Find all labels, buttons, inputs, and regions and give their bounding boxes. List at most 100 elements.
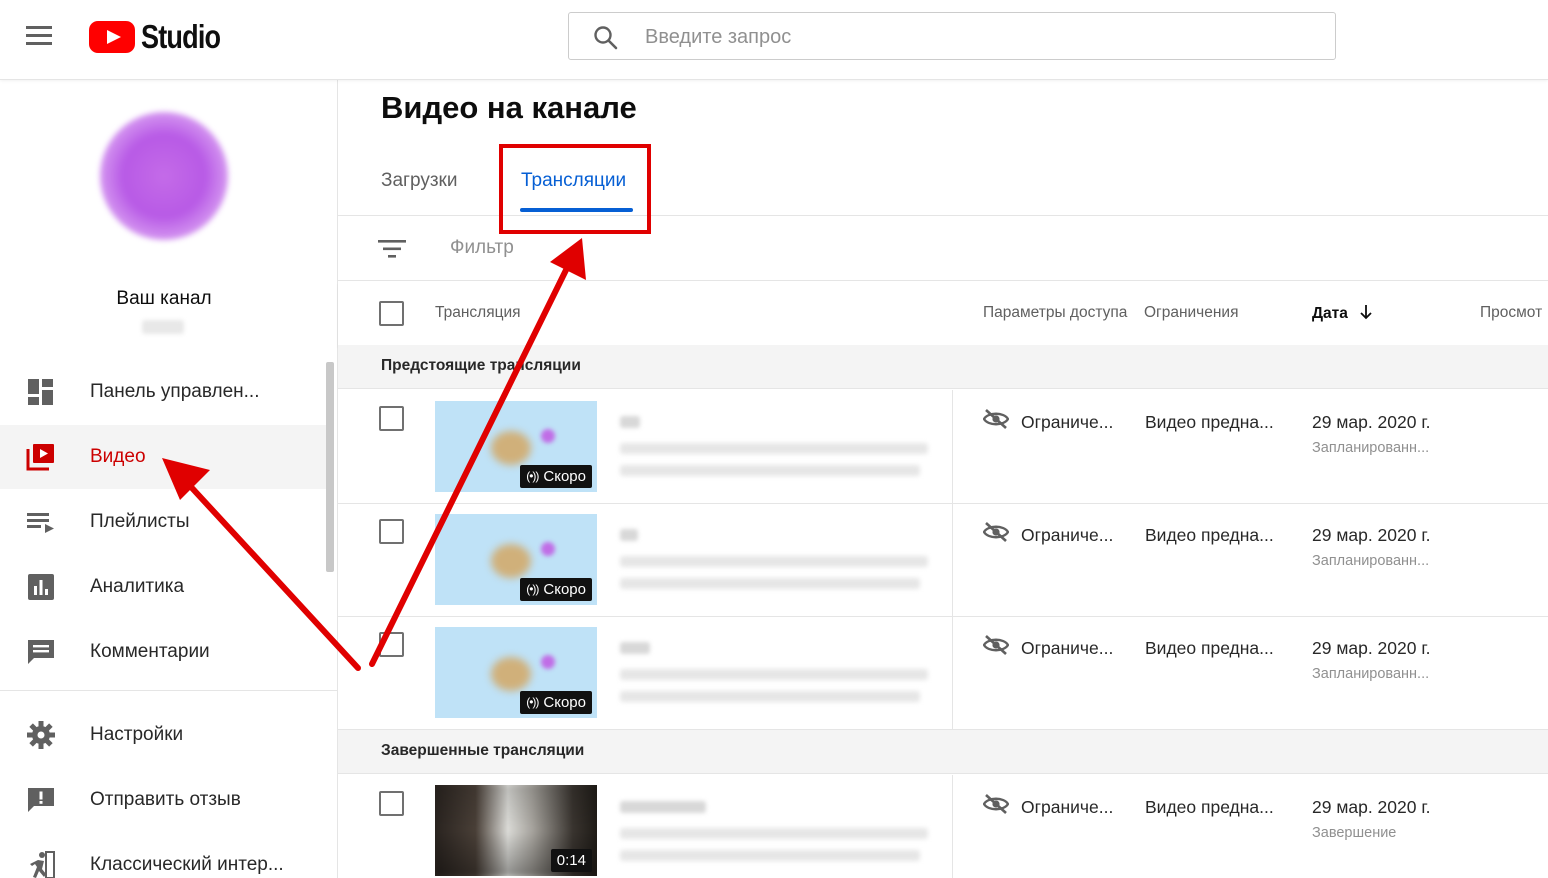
- sidebar-item-playlists[interactable]: Плейлисты: [0, 490, 326, 554]
- column-date-label: Дата: [1312, 305, 1348, 322]
- video-thumbnail[interactable]: (•)) Скоро: [435, 514, 597, 605]
- access-value[interactable]: Ограниче...: [1021, 412, 1113, 433]
- live-broadcast-icon: (•)): [526, 695, 539, 709]
- restriction-value: Видео предна...: [1145, 525, 1274, 545]
- live-soon-badge: (•)) Скоро: [520, 691, 592, 714]
- channel-avatar[interactable]: [100, 112, 228, 240]
- eye-off-icon: [983, 522, 1009, 542]
- sidebar-item-label: Классический интер...: [90, 854, 284, 875]
- date-value: 29 мар. 2020 г.: [1312, 797, 1431, 817]
- sidebar-item-settings[interactable]: Настройки: [0, 703, 326, 767]
- restriction-value: Видео предна...: [1145, 412, 1274, 432]
- live-soon-badge: (•)) Скоро: [520, 465, 592, 488]
- video-description-blurred: [620, 669, 928, 680]
- date-value: 29 мар. 2020 г.: [1312, 638, 1431, 658]
- eye-off-icon: [983, 409, 1009, 429]
- access-value[interactable]: Ограниче...: [1021, 525, 1113, 546]
- filter-icon[interactable]: [378, 239, 406, 259]
- channel-subtitle-blurred: [142, 320, 184, 334]
- video-description-blurred: [620, 828, 928, 839]
- channel-name: Ваш канал: [116, 288, 212, 309]
- section-completed-label: Завершенные трансляции: [381, 742, 585, 759]
- filter-label[interactable]: Фильтр: [450, 237, 514, 259]
- section-upcoming: Предстоящие трансляции: [338, 345, 1548, 389]
- app-header: Studio: [0, 0, 1548, 80]
- access-value[interactable]: Ограниче...: [1021, 638, 1113, 659]
- video-title-blurred[interactable]: [620, 529, 638, 541]
- video-title-blurred[interactable]: [620, 416, 640, 428]
- table-row[interactable]: (•)) Скоро Ограниче... Видео предна... 29…: [338, 390, 1548, 504]
- date-value: 29 мар. 2020 г.: [1312, 412, 1431, 432]
- search-input[interactable]: [645, 23, 1295, 51]
- video-description-blurred: [620, 556, 928, 567]
- sidebar-item-comments[interactable]: Комментарии: [0, 620, 326, 684]
- column-views: Просмот: [1480, 304, 1543, 321]
- sidebar-scrollbar[interactable]: [326, 362, 334, 572]
- hamburger-menu-icon[interactable]: [26, 26, 54, 48]
- page-title: Видео на канале: [381, 90, 637, 125]
- eye-off-icon: [983, 794, 1009, 814]
- sidebar-item-label: Панель управлен...: [90, 381, 260, 402]
- video-description-blurred: [620, 691, 920, 702]
- badge-label: Скоро: [543, 581, 586, 598]
- select-all-checkbox[interactable]: [379, 301, 404, 326]
- video-description-blurred: [620, 465, 920, 476]
- column-restrictions: Ограничения: [1144, 304, 1239, 321]
- section-upcoming-label: Предстоящие трансляции: [381, 357, 581, 374]
- status-value: Запланированн...: [1312, 666, 1430, 682]
- live-broadcast-icon: (•)): [526, 469, 539, 483]
- row-checkbox[interactable]: [379, 791, 404, 816]
- access-value[interactable]: Ограниче...: [1021, 797, 1113, 818]
- video-icon: [26, 444, 54, 471]
- dashboard-icon: [28, 379, 53, 405]
- sidebar: Ваш канал Панель управлен... Видео Плейл…: [0, 80, 338, 878]
- sidebar-item-classic[interactable]: Классический интер...: [0, 833, 326, 878]
- search-box[interactable]: [568, 12, 1336, 60]
- arrow-down-icon: [1360, 305, 1372, 320]
- gear-icon: [27, 721, 55, 749]
- live-soon-badge: (•)) Скоро: [520, 578, 592, 601]
- sidebar-item-feedback[interactable]: Отправить отзыв: [0, 768, 326, 832]
- analytics-icon: [28, 574, 54, 600]
- status-value: Запланированн...: [1312, 440, 1430, 456]
- video-title-blurred[interactable]: [620, 642, 650, 654]
- comments-icon: [28, 640, 54, 664]
- table-row[interactable]: (•)) Скоро Ограниче... Видео предна... 29…: [338, 503, 1548, 617]
- table-row[interactable]: 0:14 Ограниче... Видео предна... 29 мар.…: [338, 775, 1548, 878]
- classic-exit-icon: [30, 851, 55, 878]
- sidebar-item-label: Аналитика: [90, 576, 185, 597]
- filter-bar[interactable]: Фильтр: [338, 217, 1548, 281]
- column-date[interactable]: Дата: [1312, 304, 1374, 323]
- studio-logo[interactable]: Studio: [89, 18, 238, 55]
- video-thumbnail[interactable]: (•)) Скоро: [435, 627, 597, 718]
- table-row[interactable]: (•)) Скоро Ограниче... Видео предна... 29…: [338, 616, 1548, 730]
- logo-text: Studio: [141, 18, 221, 55]
- video-thumbnail[interactable]: (•)) Скоро: [435, 401, 597, 492]
- sidebar-item-analytics[interactable]: Аналитика: [0, 555, 326, 619]
- video-description-blurred: [620, 850, 920, 861]
- restriction-value: Видео предна...: [1145, 797, 1274, 817]
- column-stream: Трансляция: [435, 304, 521, 321]
- section-completed: Завершенные трансляции: [338, 730, 1548, 774]
- sidebar-item-label: Отправить отзыв: [90, 789, 241, 810]
- status-value: Завершение: [1312, 825, 1397, 841]
- row-checkbox[interactable]: [379, 632, 404, 657]
- row-checkbox[interactable]: [379, 519, 404, 544]
- playlist-icon: [27, 513, 54, 533]
- live-broadcast-icon: (•)): [526, 582, 539, 596]
- column-access: Параметры доступа: [983, 304, 1128, 321]
- sidebar-divider: [0, 690, 338, 691]
- tab-uploads[interactable]: Загрузки: [381, 170, 457, 192]
- video-title-blurred[interactable]: [620, 801, 706, 813]
- status-value: Запланированн...: [1312, 553, 1430, 569]
- row-checkbox[interactable]: [379, 406, 404, 431]
- youtube-play-icon: [89, 21, 135, 53]
- feedback-icon: [28, 788, 54, 812]
- eye-off-icon: [983, 635, 1009, 655]
- search-icon[interactable]: [593, 25, 619, 51]
- sidebar-item-dashboard[interactable]: Панель управлен...: [0, 360, 326, 424]
- table-header: Трансляция Параметры доступа Ограничения…: [338, 282, 1548, 346]
- sidebar-item-video[interactable]: Видео: [0, 425, 326, 489]
- sidebar-item-label: Плейлисты: [90, 511, 190, 532]
- video-thumbnail[interactable]: 0:14: [435, 785, 597, 876]
